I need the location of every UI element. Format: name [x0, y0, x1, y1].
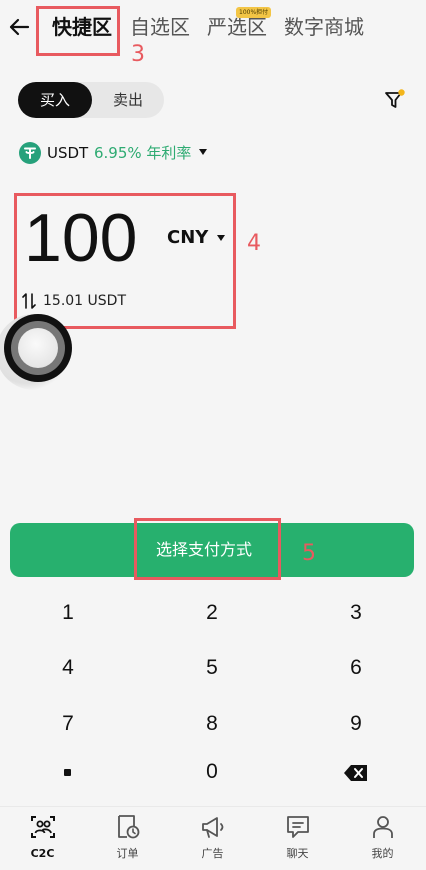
nav-label-chat: 聊天 [286, 847, 309, 860]
buy-tab[interactable]: 买入 [18, 82, 92, 118]
nav-c2c[interactable]: C2C [0, 806, 85, 870]
megaphone-icon [202, 817, 224, 838]
nav-label-orders: 订单 [116, 847, 139, 860]
coin-name[interactable]: USDT [47, 142, 88, 164]
tab-digital-mall[interactable]: 数字商城 [284, 13, 364, 41]
tether-icon[interactable] [18, 141, 42, 165]
key-6[interactable]: 6 [296, 648, 416, 688]
guarantee-badge: 100%担付 [236, 7, 272, 18]
nav-ads[interactable]: 广告 [170, 806, 255, 870]
floating-ball-core [18, 328, 58, 368]
coin-interest-rate[interactable]: 6.95% 年利率 [94, 142, 191, 164]
dot-icon[interactable] [64, 769, 71, 776]
key-8[interactable]: 8 [152, 704, 272, 744]
back-arrow-icon[interactable] [6, 12, 32, 42]
backspace-icon[interactable] [343, 763, 369, 783]
key-9[interactable]: 9 [296, 704, 416, 744]
chat-icon [287, 816, 309, 838]
annotation-number-3: 3 [131, 42, 145, 67]
annotation-box-tab [36, 6, 120, 56]
nav-orders[interactable]: 订单 [85, 806, 170, 870]
tab-custom-zone[interactable]: 自选区 [130, 13, 190, 41]
key-5[interactable]: 5 [152, 648, 272, 688]
nav-label-ads: 广告 [201, 847, 224, 860]
annotation-box-pay [134, 518, 281, 580]
nav-label-c2c: C2C [30, 847, 55, 860]
key-1[interactable]: 1 [8, 593, 128, 633]
order-icon [118, 815, 140, 839]
annotation-number-4: 4 [247, 231, 261, 256]
key-3[interactable]: 3 [296, 593, 416, 633]
c2c-icon [31, 816, 55, 838]
key-4[interactable]: 4 [8, 648, 128, 688]
filter-icon[interactable] [382, 88, 406, 112]
annotation-box-amount [14, 193, 236, 329]
key-7[interactable]: 7 [8, 704, 128, 744]
nav-profile[interactable]: 我的 [340, 806, 425, 870]
key-0[interactable]: 0 [152, 752, 272, 792]
caret-down-icon[interactable] [198, 148, 208, 156]
sell-tab[interactable]: 卖出 [92, 82, 164, 118]
profile-icon [373, 816, 393, 838]
annotation-number-5: 5 [302, 541, 316, 566]
key-2[interactable]: 2 [152, 593, 272, 633]
nav-chat[interactable]: 聊天 [255, 806, 340, 870]
nav-label-profile: 我的 [371, 847, 394, 860]
